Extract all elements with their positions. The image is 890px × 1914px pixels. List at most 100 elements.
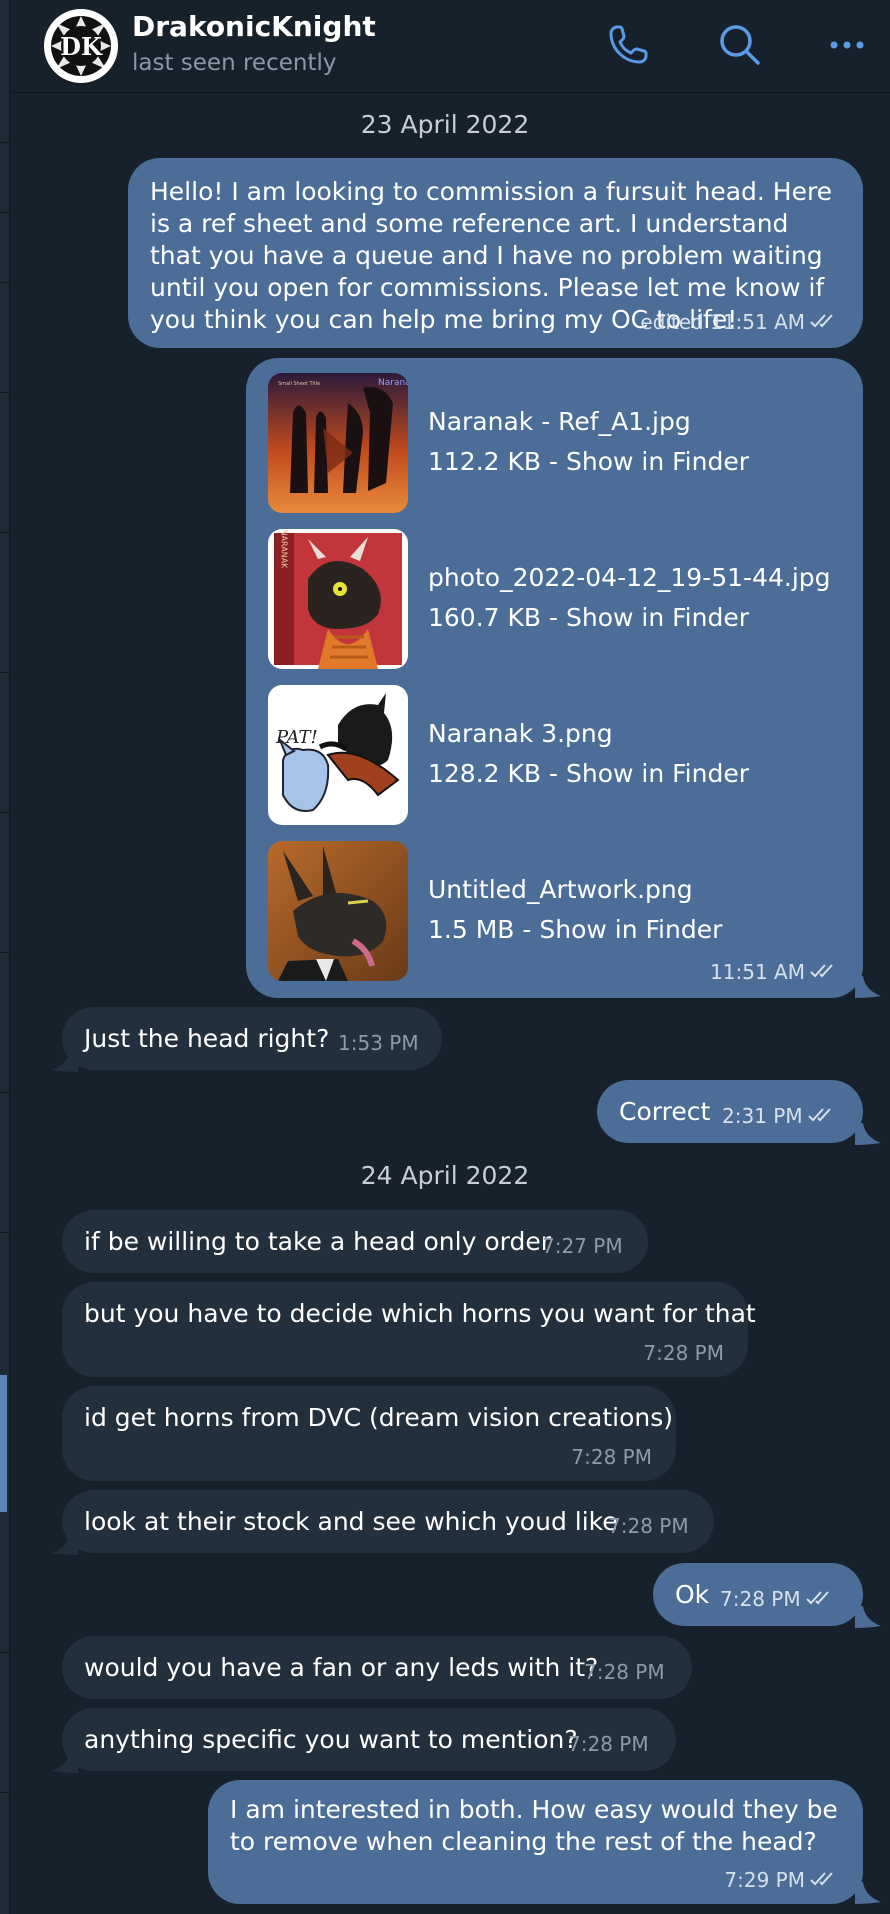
file-name[interactable]: Untitled_Artwork.png — [428, 875, 693, 904]
message-text: look at their stock and see which youd l… — [84, 1507, 618, 1536]
file-size: 128.2 KB — [428, 759, 542, 788]
message-time: 7:28 PM — [720, 1587, 801, 1611]
read-checkmarks-icon — [809, 963, 839, 979]
file-name[interactable]: Naranak 3.png — [428, 719, 613, 748]
file-info: 128.2 KB - Show in Finder — [428, 759, 749, 788]
show-in-finder-link[interactable]: Show in Finder — [566, 759, 749, 788]
search-icon[interactable] — [715, 20, 765, 70]
message-meta: 2:31 PM — [722, 1104, 837, 1128]
rail-divider — [0, 1232, 9, 1233]
message-text: but you have to decide which horns you w… — [84, 1299, 756, 1328]
thumb-title-text: Naranak — [378, 378, 408, 388]
chat-list-rail — [0, 0, 10, 1914]
read-checkmarks-icon — [805, 1590, 835, 1606]
message-meta: 7:28 PM — [720, 1587, 835, 1611]
message-bubble-incoming[interactable]: look at their stock and see which youd l… — [62, 1490, 714, 1553]
message-text: I am interested in both. How easy would … — [230, 1795, 838, 1856]
bubble-tail — [855, 1123, 881, 1145]
message-text: would you have a fan or any leds with it… — [84, 1653, 599, 1682]
file-size: 160.7 KB — [428, 603, 542, 632]
show-in-finder-link[interactable]: Show in Finder — [566, 447, 749, 476]
message-bubble-incoming[interactable]: if be willing to take a head only order … — [62, 1210, 648, 1273]
rail-divider — [0, 392, 9, 393]
date-separator: 24 April 2022 — [360, 1161, 530, 1190]
message-time: 7:28 PM — [643, 1341, 724, 1365]
avatar-initials: DK — [60, 32, 103, 61]
message-bubble-incoming[interactable]: but you have to decide which horns you w… — [62, 1282, 756, 1377]
bubble-tail — [855, 976, 881, 998]
message-time: 7:29 PM — [724, 1868, 805, 1892]
more-icon[interactable] — [822, 20, 872, 70]
bubble-tail — [855, 1606, 881, 1628]
show-in-finder-link[interactable]: Show in Finder — [539, 915, 722, 944]
file-info-separator: - — [541, 447, 566, 476]
file-thumbnail[interactable]: PAT! — [268, 685, 408, 825]
message-text: Correct — [619, 1097, 711, 1126]
message-time: 7:28 PM — [608, 1514, 689, 1538]
file-thumbnail[interactable] — [268, 841, 408, 981]
file-attachment[interactable]: Naranak Small Sheet Title Naranak - Ref_… — [268, 373, 848, 513]
message-time: edited 11:51 AM — [640, 310, 805, 334]
rail-divider — [0, 672, 9, 673]
message-text: Just the head right? — [84, 1024, 330, 1053]
message-time: 7:27 PM — [542, 1234, 623, 1258]
rail-divider — [0, 1652, 9, 1653]
files-message-bubble: Naranak Small Sheet Title Naranak - Ref_… — [246, 358, 863, 998]
file-size: 1.5 MB — [428, 915, 515, 944]
message-bubble-outgoing[interactable]: I am interested in both. How easy would … — [208, 1780, 863, 1904]
message-meta: edited 11:51 AM — [640, 310, 839, 334]
message-bubble-outgoing[interactable]: Correct 2:31 PM — [597, 1080, 863, 1143]
file-name[interactable]: photo_2022-04-12_19-51-44.jpg — [428, 563, 831, 592]
rail-divider — [0, 1792, 9, 1793]
phone-icon[interactable] — [603, 20, 653, 70]
message-meta: 7:29 PM — [724, 1868, 839, 1892]
file-info: 1.5 MB - Show in Finder — [428, 915, 722, 944]
message-bubble-incoming[interactable]: id get horns from DVC (dream vision crea… — [62, 1386, 676, 1481]
file-info-separator: - — [541, 759, 566, 788]
rail-divider — [0, 282, 9, 283]
message-time: 7:28 PM — [584, 1660, 665, 1684]
show-in-finder-link[interactable]: Show in Finder — [566, 603, 749, 632]
read-checkmarks-icon — [809, 1871, 839, 1887]
message-bubble-incoming[interactable]: would you have a fan or any leds with it… — [62, 1636, 692, 1699]
read-checkmarks-icon — [809, 313, 839, 329]
message-bubble-incoming[interactable]: Just the head right? 1:53 PM — [62, 1007, 442, 1070]
message-time: 11:51 AM — [710, 960, 805, 984]
thumb-caption-text: Small Sheet Title — [278, 381, 320, 387]
file-name[interactable]: Naranak - Ref_A1.jpg — [428, 407, 691, 436]
bubble-tail — [855, 1882, 881, 1904]
bubble-tail — [52, 1050, 78, 1072]
avatar[interactable]: DK — [44, 9, 118, 83]
file-info-separator: - — [541, 603, 566, 632]
message-time: 7:28 PM — [568, 1732, 649, 1756]
file-info: 160.7 KB - Show in Finder — [428, 603, 749, 632]
bubble-tail — [52, 1751, 78, 1773]
message-bubble-incoming[interactable]: anything specific you want to mention? 7… — [62, 1708, 676, 1771]
message-time: 2:31 PM — [722, 1104, 803, 1128]
file-size: 112.2 KB — [428, 447, 542, 476]
chat-title[interactable]: DrakonicKnight — [132, 10, 376, 43]
read-checkmarks-icon — [807, 1107, 837, 1123]
message-time: 7:28 PM — [571, 1445, 652, 1469]
file-attachment[interactable]: PAT! Naranak 3.png 128.2 KB - Show in Fi… — [268, 685, 848, 825]
rail-active-chat-marker[interactable] — [0, 1375, 7, 1512]
rail-divider — [0, 812, 9, 813]
message-bubble-outgoing[interactable]: Hello! I am looking to commission a furs… — [128, 158, 863, 348]
rail-divider — [0, 1092, 9, 1093]
message-text: if be willing to take a head only order — [84, 1227, 551, 1256]
rail-divider — [0, 952, 9, 953]
rail-divider — [0, 142, 9, 143]
message-time: 1:53 PM — [338, 1031, 419, 1055]
date-separator: 23 April 2022 — [360, 110, 530, 139]
file-attachment[interactable]: NARANAK photo_2022-04-12_19-51-44.jpg 16… — [268, 529, 848, 669]
bubble-tail — [52, 1533, 78, 1555]
chat-status: last seen recently — [132, 50, 337, 76]
file-info: 112.2 KB - Show in Finder — [428, 447, 749, 476]
rail-divider — [0, 532, 9, 533]
rail-divider — [0, 212, 9, 213]
message-bubble-outgoing[interactable]: Ok 7:28 PM — [653, 1563, 863, 1626]
message-text: anything specific you want to mention? — [84, 1725, 578, 1754]
file-thumbnail[interactable]: Naranak Small Sheet Title — [268, 373, 408, 513]
message-text: id get horns from DVC (dream vision crea… — [84, 1403, 673, 1432]
file-thumbnail[interactable]: NARANAK — [268, 529, 408, 669]
